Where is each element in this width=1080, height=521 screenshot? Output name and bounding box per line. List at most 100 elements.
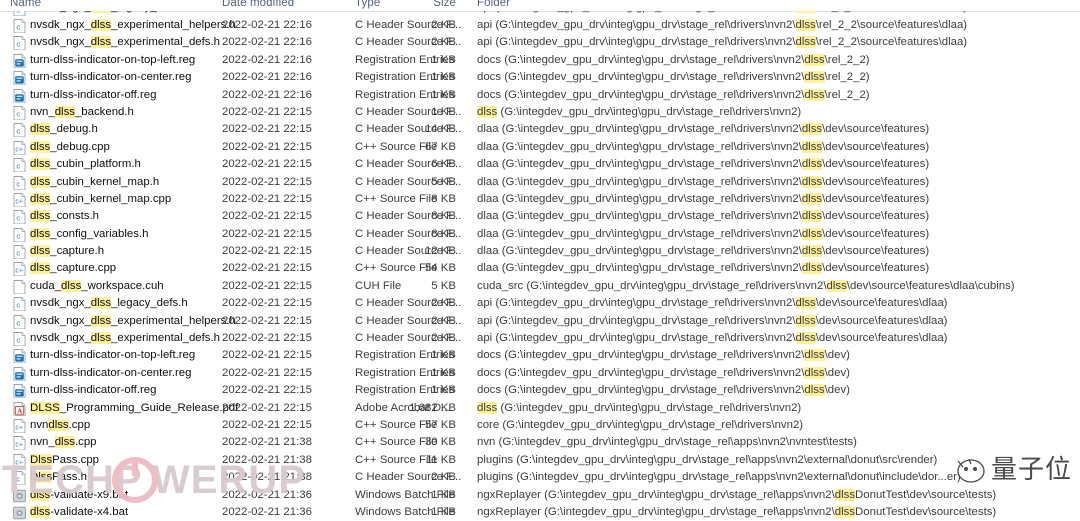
file-name-cell[interactable]: cuda_dlss_workspace.cuh bbox=[30, 279, 164, 294]
file-name-cell[interactable]: dlss-validate-x9.bat bbox=[30, 488, 128, 503]
search-match-highlight: dlss bbox=[801, 158, 823, 171]
search-match-highlight: dlss bbox=[477, 401, 498, 414]
search-match-highlight: dlss bbox=[30, 158, 51, 171]
file-row[interactable]: turn-dlss-indicator-off.reg 2022-02-21 22… bbox=[0, 382, 1080, 399]
file-row[interactable]: turn-dlss-indicator-on-top-left.reg 2022-… bbox=[0, 52, 1080, 69]
file-row[interactable]: turn-dlss-indicator-on-center.reg 2022-02… bbox=[0, 365, 1080, 382]
file-name-cell[interactable]: nvsdk_ngx_dlss_experimental_defs.h bbox=[30, 35, 220, 50]
file-row[interactable]: c dlss_cubin_platform.h 2022-02-21 22:15 C … bbox=[0, 156, 1080, 173]
c-header-file-icon: c bbox=[13, 123, 26, 138]
c-header-file-icon: c bbox=[13, 245, 26, 260]
file-row[interactable]: c nvsdk_ngx_dlss_experimental_helpers.h 20… bbox=[0, 17, 1080, 34]
file-name-cell[interactable]: nvsdk_ngx_dlss_legacy_defs.h bbox=[30, 11, 188, 15]
file-name-cell[interactable]: dlss_cubin_kernel_map.h bbox=[30, 175, 159, 190]
file-date-cell: 2022-02-21 22:15 bbox=[222, 262, 312, 275]
file-row[interactable]: c nvsdk_ngx_dlss_experimental_defs.h 2022-… bbox=[0, 330, 1080, 347]
file-folder-cell: plugins (G:\integdev_gpu_drv\integ\gpu_d… bbox=[477, 453, 938, 466]
file-name-cell[interactable]: turn-dlss-indicator-on-top-left.reg bbox=[30, 348, 195, 363]
search-match-highlight: dlss bbox=[90, 297, 112, 310]
file-row[interactable]: cuda_dlss_workspace.cuh 2022-02-21 22:15 C… bbox=[0, 278, 1080, 295]
file-date-cell: 2022-02-21 22:15 bbox=[222, 314, 312, 327]
file-row[interactable]: c+ nvndlss.cpp 2022-02-21 22:15 C++ Source … bbox=[0, 417, 1080, 434]
file-name-cell[interactable]: turn-dlss-indicator-on-center.reg bbox=[30, 70, 191, 85]
file-size-cell: 2 KB bbox=[431, 332, 456, 345]
file-row[interactable]: c+ dlss_cubin_kernel_map.cpp 2022-02-21 22… bbox=[0, 191, 1080, 208]
file-row[interactable]: dlss-validate-x4.bat 2022-02-21 21:36 Wind… bbox=[0, 504, 1080, 521]
file-folder-cell: docs (G:\integdev_gpu_drv\integ\gpu_drv\… bbox=[477, 71, 870, 84]
file-name-cell[interactable]: dlss_consts.h bbox=[30, 209, 99, 224]
file-name-cell[interactable]: turn-dlss-indicator-on-top-left.reg bbox=[30, 53, 195, 68]
column-header-date[interactable]: Date modified bbox=[222, 0, 294, 9]
column-header-name[interactable]: Name bbox=[10, 0, 41, 9]
file-row[interactable]: c nvsdk_ngx_dlss_experimental_helpers.h 20… bbox=[0, 313, 1080, 330]
file-row[interactable]: c dlss_consts.h 2022-02-21 22:15 C Header S… bbox=[0, 208, 1080, 225]
file-row[interactable]: turn-dlss-indicator-on-top-left.reg 2022-… bbox=[0, 347, 1080, 364]
file-row[interactable]: c dlss_capture.h 2022-02-21 22:15 C Header … bbox=[0, 243, 1080, 260]
file-name-cell[interactable]: DlssPass.h bbox=[30, 470, 87, 485]
column-header-type[interactable]: Type bbox=[355, 0, 380, 9]
search-match-highlight: dlss bbox=[90, 314, 112, 327]
c-header-file-icon: c bbox=[13, 314, 26, 329]
file-name-cell[interactable]: DlssPass.cpp bbox=[30, 453, 99, 468]
file-name-cell[interactable]: turn-dlss-indicator-off.reg bbox=[30, 383, 156, 398]
file-name-cell[interactable]: DLSS_Programming_Guide_Release.pdf bbox=[30, 401, 238, 416]
file-name-cell[interactable]: nvndlss.cpp bbox=[30, 418, 90, 433]
svg-text:c: c bbox=[16, 40, 20, 49]
file-row[interactable]: c dlss_cubin_kernel_map.h 2022-02-21 22:15… bbox=[0, 174, 1080, 191]
file-name-cell[interactable]: nvsdk_ngx_dlss_legacy_defs.h bbox=[30, 296, 188, 311]
file-size-cell: 1 KB bbox=[431, 53, 456, 66]
file-row[interactable]: c+ dlss_debug.cpp 2022-02-21 22:15 C++ Sour… bbox=[0, 139, 1080, 156]
file-name-cell[interactable]: dlss_cubin_platform.h bbox=[30, 157, 141, 172]
file-size-cell: 11 KB bbox=[425, 453, 456, 466]
file-explorer-results-list: Name Date modified Type Size Folder c nvs… bbox=[0, 0, 1080, 520]
file-name-cell[interactable]: dlss_debug.h bbox=[30, 122, 98, 137]
file-row[interactable]: c nvsdk_ngx_dlss_legacy_defs.h 2022-02-21 … bbox=[0, 295, 1080, 312]
file-name-cell[interactable]: dlss-validate-x4.bat bbox=[30, 505, 128, 520]
file-name-cell[interactable]: turn-dlss-indicator-on-center.reg bbox=[30, 366, 191, 381]
registry-file-icon bbox=[13, 366, 26, 381]
file-name-cell[interactable]: dlss_config_variables.h bbox=[30, 227, 148, 242]
file-row[interactable]: c dlss_debug.h 2022-02-21 22:15 C Header So… bbox=[0, 121, 1080, 138]
file-folder-cell: dlaa (G:\integdev_gpu_drv\integ\gpu_drv\… bbox=[477, 245, 930, 258]
file-name-cell[interactable]: dlss_debug.cpp bbox=[30, 140, 110, 155]
search-match-highlight: dlss bbox=[90, 36, 112, 49]
column-header-size[interactable]: Size bbox=[404, 0, 456, 9]
file-row[interactable]: c+ dlss_capture.cpp 2022-02-21 22:15 C++ So… bbox=[0, 260, 1080, 277]
file-date-cell: 2022-02-21 22:15 bbox=[222, 192, 312, 205]
file-row[interactable]: dlss-validate-x9.bat 2022-02-21 21:36 Wind… bbox=[0, 487, 1080, 504]
file-name-cell[interactable]: nvn_dlss.cpp bbox=[30, 435, 97, 450]
file-folder-cell: docs (G:\integdev_gpu_drv\integ\gpu_drv\… bbox=[477, 53, 870, 66]
file-name-cell[interactable]: turn-dlss-indicator-off.reg bbox=[30, 88, 156, 103]
search-match-highlight: dlss bbox=[795, 36, 816, 49]
file-row[interactable]: A DLSS_Programming_Guide_Release.pdf 2022-… bbox=[0, 400, 1080, 417]
file-row[interactable]: c DlssPass.h 2022-02-21 21:38 C Header Sour… bbox=[0, 469, 1080, 486]
file-row[interactable]: c dlss_config_variables.h 2022-02-21 22:15… bbox=[0, 226, 1080, 243]
search-match-highlight: dlss bbox=[90, 19, 112, 31]
file-row[interactable]: c nvsdk_ngx_dlss_experimental_defs.h 2022-… bbox=[0, 34, 1080, 51]
file-folder-cell: api (G:\integdev_gpu_drv\integ\gpu_drv\s… bbox=[477, 332, 948, 345]
file-row[interactable]: turn-dlss-indicator-off.reg 2022-02-21 22… bbox=[0, 87, 1080, 104]
search-match-highlight: dlss bbox=[30, 505, 51, 518]
file-name-cell[interactable]: dlss_cubin_kernel_map.cpp bbox=[30, 192, 171, 207]
svg-text:c: c bbox=[16, 179, 20, 188]
file-name-cell[interactable]: nvn_dlss_backend.h bbox=[30, 105, 134, 120]
file-folder-cell: plugins (G:\integdev_gpu_drv\integ\gpu_d… bbox=[477, 471, 961, 484]
file-folder-cell: docs (G:\integdev_gpu_drv\integ\gpu_drv\… bbox=[477, 88, 870, 101]
svg-text:c: c bbox=[16, 231, 20, 240]
file-row[interactable]: c+ nvn_dlss.cpp 2022-02-21 21:38 C++ Source… bbox=[0, 434, 1080, 451]
file-name-cell[interactable]: dlss_capture.cpp bbox=[30, 261, 116, 276]
file-name-cell[interactable]: dlss_capture.h bbox=[30, 244, 104, 259]
file-name-cell[interactable]: nvsdk_ngx_dlss_experimental_helpers.h bbox=[30, 314, 236, 329]
registry-file-icon bbox=[13, 349, 26, 364]
column-header-folder[interactable]: Folder bbox=[477, 0, 510, 9]
file-name-cell[interactable]: nvsdk_ngx_dlss_experimental_helpers.h bbox=[30, 18, 236, 33]
file-date-cell: 2022-02-21 22:15 bbox=[222, 245, 312, 258]
file-size-cell: 1,682 KB bbox=[409, 401, 456, 414]
pdf-file-icon: A bbox=[13, 401, 26, 416]
file-folder-cell: core (G:\integdev_gpu_drv\integ\gpu_drv\… bbox=[477, 418, 804, 431]
file-row[interactable]: c+ DlssPass.cpp 2022-02-21 21:38 C++ Source… bbox=[0, 452, 1080, 469]
file-name-cell[interactable]: nvsdk_ngx_dlss_experimental_defs.h bbox=[30, 331, 220, 346]
file-row[interactable]: turn-dlss-indicator-on-center.reg 2022-02… bbox=[0, 69, 1080, 86]
file-size-cell: 1 KB bbox=[431, 488, 456, 501]
file-row[interactable]: c nvn_dlss_backend.h 2022-02-21 22:15 C Hea… bbox=[0, 104, 1080, 121]
